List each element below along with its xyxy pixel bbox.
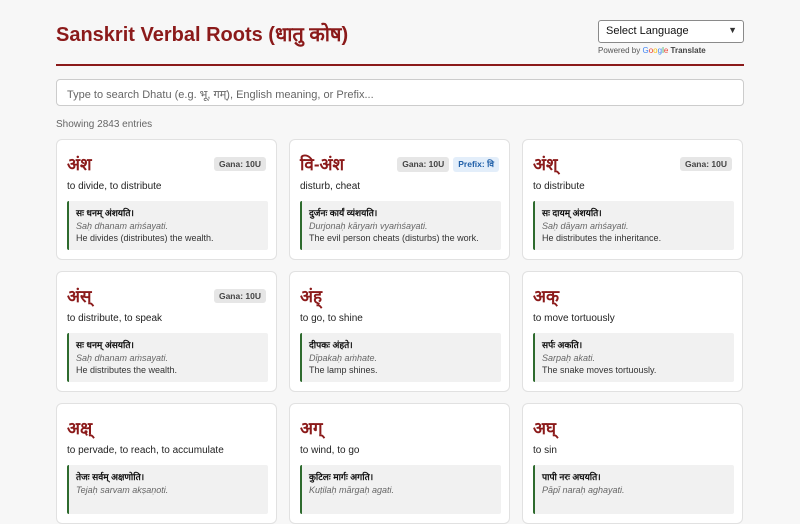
chevron-down-icon: ▼ [728, 25, 737, 35]
dhatu-root: वि-अंश [300, 155, 345, 174]
example-transliteration: Kuṭilaḥ mārgaḥ agati. [309, 485, 395, 495]
language-widget: Select Language ▼ Powered by Google Tran… [598, 20, 744, 55]
example-devanagari: तेजः सर्वम् अक्षणोति। [76, 472, 145, 482]
search-placeholder: Type to search Dhatu (e.g. भू, गम्), Eng… [67, 89, 374, 101]
example-transliteration: Saḥ dāyam aṁśayati. [542, 221, 629, 231]
dhatu-meaning: to distribute, to speak [67, 313, 163, 324]
dhatu-meaning: to go, to shine [300, 313, 363, 324]
example-english: He distributes the inheritance. [542, 233, 662, 243]
example-devanagari: दुर्जनः कार्यं व्यंशयति। [309, 208, 378, 218]
example-transliteration: Sarpaḥ akati. [542, 353, 596, 363]
dhatu-root: अक्ष् [67, 419, 93, 438]
example-devanagari: कुटिलः मार्गः अगति। [309, 472, 374, 482]
example-box: दुर्जनः कार्यं व्यंशयति। Durjonaḥ kāryaṁ … [300, 201, 501, 250]
example-box: सः धनम् अंशयति। Saḥ dhanam aṁśayati. He di… [67, 201, 268, 250]
example-devanagari: पापी नरः अघयति। [542, 472, 601, 482]
example-english: The evil person cheats (disturbs) the wo… [309, 233, 479, 243]
badge-group: Gana: 10U [213, 289, 266, 303]
example-transliteration: Tejaḥ sarvam akṣaṇoti. [76, 485, 169, 495]
example-devanagari: सः दायम् अंशयति। [542, 208, 602, 218]
example-box: सर्पः अकति। Sarpaḥ akati. The snake moves … [533, 333, 734, 382]
powered-by-text: Powered by [598, 46, 641, 55]
badge-group: Gana: 10U [213, 157, 266, 171]
example-devanagari: दीपकः अंहते। [309, 340, 353, 350]
dhatu-root: अघ् [533, 419, 557, 438]
dhatu-meaning: to divide, to distribute [67, 181, 162, 192]
badge-group: Gana: 10U Prefix: वि [397, 157, 499, 172]
results-count: Showing 2843 entries [56, 119, 153, 130]
dhatu-card[interactable]: अग् to wind, to go कुटिलः मार्गः अगति। Kuṭi… [289, 403, 510, 524]
language-select-label: Select Language [606, 25, 689, 37]
dhatu-meaning: to distribute [533, 181, 585, 192]
dhatu-card[interactable]: अघ् to sin पापी नरः अघयति। Pāpī naraḥ aghay… [522, 403, 743, 524]
example-box: तेजः सर्वम् अक्षणोति। Tejaḥ sarvam akṣaṇo… [67, 465, 268, 514]
language-select[interactable]: Select Language ▼ [598, 20, 744, 43]
dhatu-meaning: to pervade, to reach, to accumulate [67, 445, 224, 456]
page: Sanskrit Verbal Roots (धातु कोष) Select … [0, 0, 800, 524]
dhatu-meaning: to sin [533, 445, 557, 456]
prefix-badge: Prefix: वि [453, 157, 499, 172]
gana-badge: Gana: 10U [679, 157, 732, 171]
dhatu-root: अक् [533, 287, 560, 306]
google-logo[interactable]: Google [642, 46, 668, 55]
example-english: The snake moves tortuously. [542, 365, 657, 375]
example-english: The lamp shines. [309, 365, 378, 375]
example-transliteration: Saḥ dhanam aṁsayati. [76, 353, 169, 363]
translate-text[interactable]: Translate [671, 46, 706, 55]
gana-badge: Gana: 10U [213, 157, 266, 171]
dhatu-meaning: to move tortuously [533, 313, 615, 324]
example-box: सः दायम् अंशयति। Saḥ dāyam aṁśayati. He di… [533, 201, 734, 250]
example-transliteration: Saḥ dhanam aṁśayati. [76, 221, 169, 231]
dhatu-root: अग् [300, 419, 323, 438]
badge-group: Gana: 10U [679, 157, 732, 171]
example-english: He distributes the wealth. [76, 365, 178, 375]
example-box: सः धनम् अंसयति। Saḥ dhanam aṁsayati. He di… [67, 333, 268, 382]
dhatu-root: अंश् [533, 155, 558, 174]
example-devanagari: सर्पः अकति। [542, 340, 583, 350]
dhatu-card[interactable]: अक् to move tortuously सर्पः अकति। Sarpaḥ a… [522, 271, 743, 392]
dhatu-card[interactable]: अक्ष् to pervade, to reach, to accumulate… [56, 403, 277, 524]
example-transliteration: Pāpī naraḥ aghayati. [542, 485, 625, 495]
example-transliteration: Durjonaḥ kāryaṁ vyaṁśayati. [309, 221, 428, 231]
dhatu-root: अंह् [300, 287, 323, 306]
powered-by-google: Powered by Google Translate [598, 46, 744, 55]
dhatu-card[interactable]: अंह् to go, to shine दीपकः अंहते। Dīpakaḥ a… [289, 271, 510, 392]
header: Sanskrit Verbal Roots (धातु कोष) Select … [56, 0, 744, 66]
dhatu-root: अंश [67, 155, 92, 174]
example-transliteration: Dīpakaḥ aṁhate. [309, 353, 378, 363]
search-input[interactable]: Type to search Dhatu (e.g. भू, गम्), Eng… [56, 79, 744, 106]
example-box: दीपकः अंहते। Dīpakaḥ aṁhate. The lamp shin… [300, 333, 501, 382]
example-box: कुटिलः मार्गः अगति। Kuṭilaḥ mārgaḥ agati. [300, 465, 501, 514]
example-english: He divides (distributes) the wealth. [76, 233, 214, 243]
example-box: पापी नरः अघयति। Pāpī naraḥ aghayati. [533, 465, 734, 514]
dhatu-meaning: to wind, to go [300, 445, 360, 456]
dhatu-card[interactable]: अंश् Gana: 10U to distribute सः दायम् अंशयत… [522, 139, 743, 260]
dhatu-card[interactable]: वि-अंश Gana: 10U Prefix: वि disturb, cheat द… [289, 139, 510, 260]
gana-badge: Gana: 10U [397, 157, 450, 172]
gana-badge: Gana: 10U [213, 289, 266, 303]
example-devanagari: सः धनम् अंसयति। [76, 340, 134, 350]
dhatu-card[interactable]: अंस् Gana: 10U to distribute, to speak सः ध… [56, 271, 277, 392]
dhatu-meaning: disturb, cheat [300, 181, 361, 192]
dhatu-card[interactable]: अंश Gana: 10U to divide, to distribute सः ध… [56, 139, 277, 260]
page-title: Sanskrit Verbal Roots (धातु कोष) [56, 24, 349, 46]
dhatu-root: अंस् [67, 287, 92, 306]
example-devanagari: सः धनम् अंशयति। [76, 208, 134, 218]
